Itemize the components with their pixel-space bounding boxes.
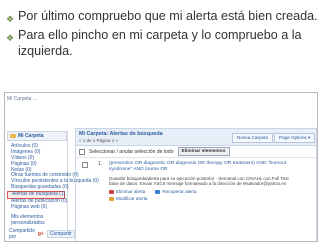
delete-alert-label: Eliminar alerta — [116, 189, 146, 194]
retrieve-alert-link[interactable]: Recuperar alerta — [155, 189, 197, 194]
result-actions: Eliminar alerta Recuperar alerta — [109, 189, 313, 194]
page-title: Mi Carpeta: Alertas de búsqueda — [79, 131, 163, 137]
toolbar: Seleccionar / anular selección de todo E… — [76, 146, 316, 158]
retrieve-alert-label: Recuperar alerta — [162, 189, 197, 194]
result-title-link[interactable]: (prevention OR diagnostic OR diagnosis O… — [109, 161, 299, 174]
embedded-screenshot: Mi Carpeta ... Mi Carpeta Artículos (0) … — [4, 92, 318, 242]
retrieve-icon — [155, 189, 161, 194]
google-plus-icon[interactable]: g+ — [38, 231, 44, 237]
select-all-label: Seleccionar / anular selección de todo — [89, 148, 174, 155]
sidebar-header-label: Mi Carpeta — [18, 133, 44, 139]
bullet-marker-icon: ❖ — [6, 14, 15, 24]
delete-icon — [109, 189, 114, 194]
bullet-item: ❖ Para ello pincho en mi carpeta y lo co… — [6, 27, 318, 59]
result-details: Guardar búsqueda/alerta para su ejecució… — [109, 175, 289, 187]
delete-alert-link[interactable]: Eliminar alerta — [109, 189, 145, 194]
bullet-item: ❖ Por último compruebo que mi alerta est… — [6, 8, 318, 27]
edit-alert-link[interactable]: Modificar alerta — [109, 196, 147, 201]
edit-alert-label: Modificar alerta — [116, 196, 148, 201]
sidebar-header[interactable]: Mi Carpeta — [7, 131, 67, 141]
edit-icon — [109, 196, 114, 201]
sidebar: Mi Carpeta Artículos (0) Imágenes (0) Ví… — [7, 131, 99, 240]
result-number: 1. — [98, 161, 103, 167]
bullet-list: ❖ Por último compruebo que mi alerta est… — [6, 8, 318, 59]
main-header: Mi Carpeta: Alertas de búsqueda « 1 de 1… — [76, 129, 316, 146]
bullet-text: Para ello pincho en mi carpeta y lo comp… — [18, 28, 302, 58]
list-item: 1. (prevention OR diagnostic OR diagnosi… — [76, 158, 316, 201]
delete-items-button[interactable]: Eliminar elementos — [177, 147, 230, 156]
page-options-button[interactable]: Page Options ▾ — [274, 133, 316, 143]
share-label: Compartido por — [9, 227, 35, 240]
share-button[interactable]: Compartir — [46, 229, 75, 238]
new-folder-button[interactable]: Nueva Carpeta — [232, 133, 273, 143]
select-all-checkbox[interactable] — [79, 148, 85, 155]
custom-items-link[interactable]: Mis elementos personalizados — [7, 214, 67, 226]
bullet-text: Por último compruebo que mi alerta está … — [18, 9, 318, 23]
pager[interactable]: « 1 de 1 Página 1 » — [79, 138, 118, 143]
bullet-marker-icon: ❖ — [6, 33, 15, 43]
main-panel: Mi Carpeta: Alertas de búsqueda « 1 de 1… — [75, 128, 317, 241]
share-row: Compartido por g+ Compartir — [7, 227, 75, 240]
topline: Mi Carpeta ... — [7, 96, 38, 102]
result-actions-row2: Modificar alerta — [109, 196, 313, 201]
folder-icon — [10, 134, 16, 138]
item-checkbox[interactable] — [82, 162, 88, 168]
